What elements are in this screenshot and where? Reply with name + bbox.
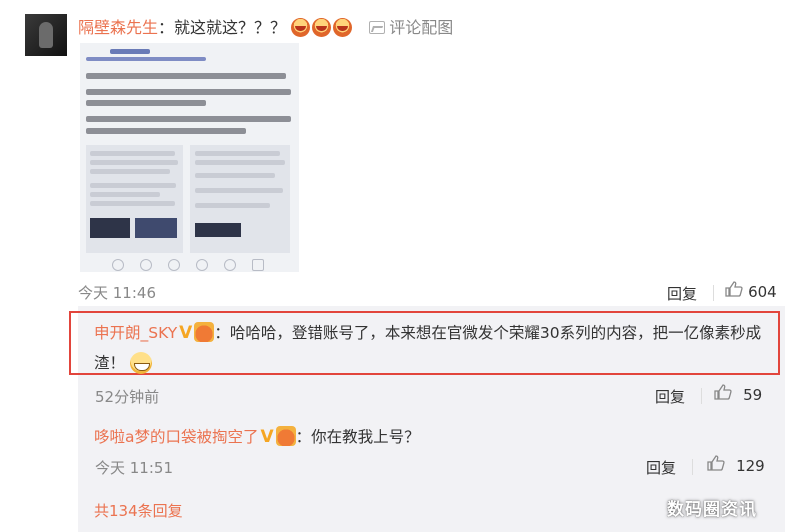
reply-time: 今天 11:51	[95, 459, 173, 477]
comment-like-button[interactable]: 604	[725, 281, 777, 301]
comment-image[interactable]	[80, 43, 299, 272]
reply-text: ：你在教我上号？	[295, 428, 420, 446]
reply-reply-button[interactable]: 回复	[655, 386, 685, 407]
reply-author[interactable]: 申开朗_SKY	[94, 324, 177, 342]
watermark: 数码圈资讯	[667, 500, 757, 520]
divider	[701, 388, 702, 404]
image-icon	[369, 21, 386, 34]
reply-like-button[interactable]: 129	[707, 455, 765, 475]
reply-item: 哆啦a梦的口袋被掏空了 V ：你在教我上号？	[94, 422, 764, 452]
comment-text: ：就这就这？？？	[158, 18, 287, 37]
reply-time: 52分钟前	[95, 388, 160, 406]
reply-like-count: 129	[736, 457, 765, 475]
vip-icon: V	[260, 427, 274, 447]
thumb-up-icon	[707, 455, 725, 471]
avatar[interactable]	[25, 14, 67, 56]
grin-emoji-icon	[129, 352, 152, 374]
reply-item: 申开朗_SKY V ：哈哈哈，登错账号了，本来想在官微发个荣耀30系列的内容，把一亿…	[94, 318, 764, 378]
divider	[713, 285, 714, 301]
emoji-icon	[333, 18, 353, 37]
emoji-icon	[312, 18, 332, 37]
emoji-icon	[291, 18, 311, 37]
comment-author[interactable]: 隔壁森先生	[78, 18, 158, 37]
comment-reply-button[interactable]: 回复	[667, 283, 697, 304]
more-replies-link[interactable]: 共134条回复	[94, 500, 183, 521]
comment-time: 今天 11:46	[78, 284, 156, 302]
comment-image-link-label: 评论配图	[389, 18, 454, 37]
comment-header: 隔壁森先生：就这就这？？？ 评论配图	[78, 16, 453, 40]
badge-icon	[194, 322, 215, 342]
badge-icon	[275, 426, 296, 446]
reply-reply-button[interactable]: 回复	[646, 457, 676, 478]
divider	[692, 459, 693, 475]
vip-icon: V	[179, 323, 193, 343]
reply-like-count: 59	[743, 386, 763, 404]
comment-like-count: 604	[748, 283, 777, 301]
comment-image-link[interactable]: 评论配图	[369, 18, 453, 37]
thumb-up-icon	[725, 281, 743, 297]
reply-author[interactable]: 哆啦a梦的口袋被掏空了	[94, 428, 259, 446]
thumb-up-icon	[714, 384, 732, 400]
reply-like-button[interactable]: 59	[714, 384, 762, 404]
